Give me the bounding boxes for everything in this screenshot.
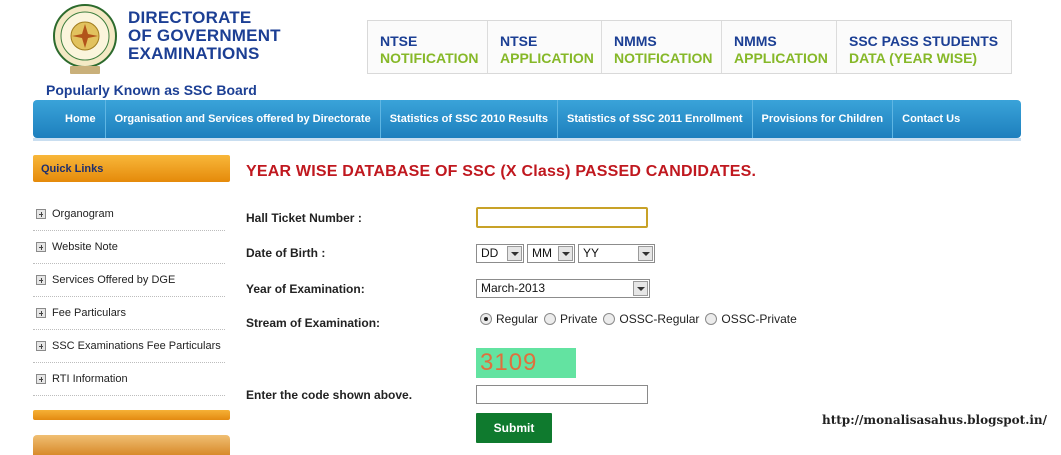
- notif-line1: SSC PASS STUDENTS: [849, 33, 999, 49]
- nav-home[interactable]: Home: [55, 100, 105, 138]
- exam-year-label: Year of Examination:: [246, 282, 365, 296]
- nav-organisation[interactable]: Organisation and Services offered by Dir…: [104, 100, 380, 138]
- quick-link-label: SSC Examinations Fee Particulars: [52, 340, 221, 352]
- radio-empty-icon: [705, 313, 718, 325]
- nmms-application-link[interactable]: NMMS APPLICATION: [722, 21, 837, 73]
- chevron-down-icon: [558, 246, 573, 261]
- dob-month-select[interactable]: MM: [527, 244, 575, 263]
- dob-day-select[interactable]: DD: [476, 244, 524, 263]
- quick-link-label: Fee Particulars: [52, 307, 126, 319]
- stream-radio-group: Regular Private OSSC-Regular OSSC-Privat…: [480, 312, 803, 326]
- quick-link-label: RTI Information: [52, 373, 128, 385]
- plus-icon: [36, 209, 46, 219]
- nmms-notification-link[interactable]: NMMS NOTIFICATION: [602, 21, 722, 73]
- chevron-down-icon: [633, 281, 648, 296]
- stream-option-label: Regular: [496, 312, 539, 326]
- sidebar-panel-header: [33, 435, 230, 455]
- captcha-label: Enter the code shown above.: [246, 388, 413, 402]
- radio-empty-icon: [603, 313, 616, 325]
- dob-year-value: YY: [583, 246, 600, 260]
- exam-year-value: March-2013: [481, 281, 546, 295]
- notif-line2: DATA (YEAR WISE): [849, 50, 978, 66]
- plus-icon: [36, 275, 46, 285]
- government-seal-icon: [53, 4, 117, 74]
- plus-icon: [36, 308, 46, 318]
- captcha-input[interactable]: [476, 385, 648, 404]
- quick-link-label: Organogram: [52, 208, 114, 220]
- plus-icon: [36, 341, 46, 351]
- radio-empty-icon: [544, 313, 557, 325]
- hall-ticket-input[interactable]: [476, 207, 648, 228]
- nav-contact[interactable]: Contact Us: [892, 100, 969, 138]
- plus-icon: [36, 374, 46, 384]
- chevron-down-icon: [638, 246, 653, 261]
- quick-link-website-note[interactable]: Website Note: [33, 231, 225, 264]
- quick-link-services[interactable]: Services Offered by DGE: [33, 264, 225, 297]
- stream-radio-private[interactable]: Private: [544, 312, 597, 326]
- quick-link-fee[interactable]: Fee Particulars: [33, 297, 225, 330]
- dob-month-value: MM: [532, 246, 552, 260]
- radio-selected-icon: [480, 313, 492, 325]
- nav-provisions[interactable]: Provisions for Children: [751, 100, 893, 138]
- quick-link-label: Website Note: [52, 241, 118, 253]
- stream-label: Stream of Examination:: [246, 316, 381, 330]
- dob-year-select[interactable]: YY: [578, 244, 655, 263]
- nav-stats-2010[interactable]: Statistics of SSC 2010 Results: [379, 100, 557, 138]
- notif-line2: APPLICATION: [500, 50, 594, 66]
- stream-option-label: OSSC-Private: [721, 312, 797, 326]
- quick-links-header: Quick Links: [33, 155, 230, 182]
- tagline: Popularly Known as SSC Board: [46, 82, 257, 98]
- stream-option-label: Private: [560, 312, 598, 326]
- nav-divider: [33, 138, 1021, 141]
- notif-line2: NOTIFICATION: [380, 50, 479, 66]
- stream-radio-ossc-regular[interactable]: OSSC-Regular: [603, 312, 699, 326]
- sidebar-divider-bar: [33, 410, 230, 420]
- ntse-notification-link[interactable]: NTSE NOTIFICATION: [368, 21, 488, 73]
- quick-link-organogram[interactable]: Organogram: [33, 198, 225, 231]
- quick-link-rti[interactable]: RTI Information: [33, 363, 225, 396]
- org-name-line1: DIRECTORATE: [128, 8, 252, 27]
- notif-line1: NTSE: [500, 33, 538, 49]
- page-title: YEAR WISE DATABASE OF SSC (X Class) PASS…: [246, 163, 757, 180]
- notification-strip: NTSE NOTIFICATION NTSE APPLICATION NMMS …: [367, 20, 1012, 74]
- org-name-line3: EXAMINATIONS: [128, 44, 260, 63]
- org-name: DIRECTORATE OF GOVERNMENT EXAMINATIONS: [128, 9, 298, 63]
- stream-radio-ossc-private[interactable]: OSSC-Private: [705, 312, 797, 326]
- hall-ticket-label: Hall Ticket Number :: [246, 211, 362, 225]
- notif-line1: NMMS: [734, 33, 777, 49]
- quick-link-ssc-fee[interactable]: SSC Examinations Fee Particulars: [33, 330, 225, 363]
- ntse-application-link[interactable]: NTSE APPLICATION: [488, 21, 602, 73]
- nav-stats-2011[interactable]: Statistics of SSC 2011 Enrollment: [557, 100, 751, 138]
- notif-line1: NMMS: [614, 33, 657, 49]
- quick-links-list: Organogram Website Note Services Offered…: [33, 198, 225, 396]
- ssc-pass-data-link[interactable]: SSC PASS STUDENTS DATA (YEAR WISE): [837, 21, 1011, 73]
- stream-option-label: OSSC-Regular: [619, 312, 700, 326]
- captcha-image: 3109: [476, 348, 576, 378]
- submit-button[interactable]: Submit: [476, 413, 552, 443]
- notif-line2: APPLICATION: [734, 50, 828, 66]
- stream-radio-regular[interactable]: Regular: [480, 312, 538, 326]
- header-logo[interactable]: DIRECTORATE OF GOVERNMENT EXAMINATIONS P…: [46, 2, 296, 100]
- main-nav: Home Organisation and Services offered b…: [33, 100, 1021, 138]
- dob-label: Date of Birth :: [246, 246, 326, 260]
- notif-line1: NTSE: [380, 33, 418, 49]
- dob-day-value: DD: [481, 246, 499, 260]
- org-name-line2: OF GOVERNMENT: [128, 26, 281, 45]
- chevron-down-icon: [507, 246, 522, 261]
- exam-year-select[interactable]: March-2013: [476, 279, 650, 298]
- notif-line2: NOTIFICATION: [614, 50, 713, 66]
- blog-watermark: http://monalisasahus.blogspot.in/: [822, 413, 1048, 427]
- quick-link-label: Services Offered by DGE: [52, 274, 176, 286]
- plus-icon: [36, 242, 46, 252]
